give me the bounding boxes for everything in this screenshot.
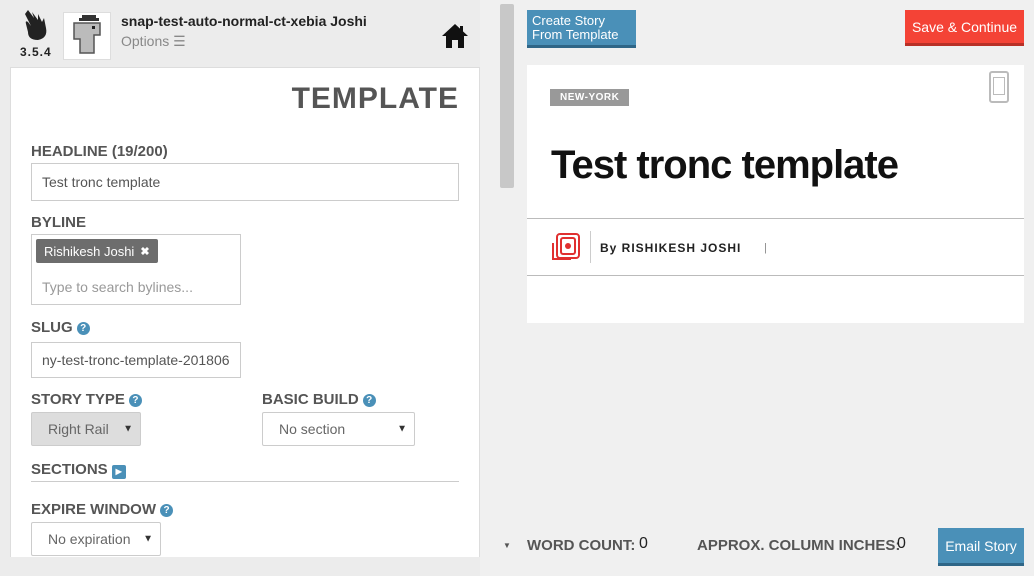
remove-chip-icon[interactable]: ✖ — [140, 245, 149, 258]
create-from-template-button[interactable]: Create Story From Template — [527, 10, 636, 48]
expand-play-icon[interactable]: ▶ — [111, 465, 126, 479]
snap-hand-icon[interactable] — [22, 8, 52, 42]
byline-label: BYLINE — [31, 214, 87, 231]
help-icon[interactable]: ? — [362, 394, 376, 407]
byline-search-placeholder[interactable]: Type to search bylines... — [42, 279, 193, 295]
panel-title: TEMPLATE — [291, 82, 459, 115]
basic-build-value: No section — [279, 421, 346, 437]
options-menu[interactable]: Options ☰ — [121, 33, 186, 50]
version-number: 3.5.4 — [20, 45, 52, 59]
headline-label: HEADLINE (19/200) — [31, 143, 168, 160]
expire-window-label: EXPIRE WINDOW — [31, 501, 157, 518]
story-type-value: Right Rail — [48, 421, 109, 437]
sections-label: SECTIONS — [31, 461, 108, 478]
basic-build-select[interactable]: No section ▼ — [262, 412, 415, 446]
chevron-down-icon: ▼ — [123, 423, 133, 435]
slug-input[interactable]: ny-test-tronc-template-201806 — [31, 342, 241, 378]
chevron-down-icon: ▼ — [143, 533, 153, 545]
expire-label-row: EXPIRE WINDOW? — [31, 501, 174, 518]
section-tag: NEW-YORK — [550, 89, 630, 106]
divider — [527, 218, 1024, 219]
sections-label-row[interactable]: SECTIONS ▶ — [31, 461, 126, 479]
word-count-label: WORD COUNT: — [527, 537, 636, 554]
story-type-label: STORY TYPE — [31, 391, 125, 408]
help-icon[interactable]: ? — [128, 394, 142, 407]
save-continue-button[interactable]: Save & Continue — [905, 10, 1024, 46]
mobile-phone-icon[interactable] — [989, 71, 1009, 103]
story-preview: NEW-YORK Test tronc template By RISHIKES… — [527, 65, 1024, 323]
template-panel: TEMPLATE HEADLINE (19/200) Test tronc te… — [10, 67, 480, 557]
help-icon[interactable]: ? — [76, 322, 90, 335]
preview-byline: By RISHIKESH JOSHI — [600, 241, 742, 255]
slug-label-row: SLUG? — [31, 319, 90, 336]
user-name: snap-test-auto-normal-ct-xebia Joshi — [121, 13, 367, 29]
home-icon[interactable] — [440, 22, 470, 50]
column-inches-value: 0 — [897, 535, 906, 552]
publication-logo-icon — [552, 233, 580, 260]
story-type-label-row: STORY TYPE? — [31, 391, 142, 408]
slug-label: SLUG — [31, 319, 73, 336]
help-icon[interactable]: ? — [160, 504, 174, 517]
dinosaur-avatar-icon — [73, 15, 101, 54]
preview-pipe: | — [764, 242, 767, 254]
basic-build-label: BASIC BUILD — [262, 391, 359, 408]
byline-separator — [590, 231, 591, 263]
scroll-down-arrow-icon[interactable]: ▼ — [503, 541, 511, 550]
divider — [527, 275, 1024, 276]
word-count-value: 0 — [639, 535, 648, 552]
byline-field[interactable]: Rishikesh Joshi ✖ Type to search bylines… — [31, 234, 241, 305]
chevron-down-icon: ▼ — [397, 423, 407, 435]
byline-chip[interactable]: Rishikesh Joshi ✖ — [36, 239, 158, 263]
avatar[interactable] — [63, 12, 111, 60]
expire-window-value: No expiration — [48, 531, 131, 547]
story-type-select[interactable]: Right Rail ▼ — [31, 412, 141, 446]
headline-input[interactable]: Test tronc template — [31, 163, 459, 201]
divider — [31, 481, 459, 482]
preview-headline: Test tronc template — [551, 143, 899, 187]
top-bar: 3.5.4 snap-test-auto-normal-ct-xebia Jos… — [0, 0, 480, 66]
scrollbar-thumb[interactable] — [500, 4, 514, 188]
left-sidebar: 3.5.4 snap-test-auto-normal-ct-xebia Jos… — [0, 0, 480, 576]
byline-chip-label: Rishikesh Joshi — [44, 243, 135, 259]
expire-window-select[interactable]: No expiration ▼ — [31, 522, 161, 556]
basic-build-label-row: BASIC BUILD? — [262, 391, 376, 408]
email-story-button[interactable]: Email Story — [938, 528, 1024, 566]
column-inches-label: APPROX. COLUMN INCHES: — [697, 537, 901, 554]
